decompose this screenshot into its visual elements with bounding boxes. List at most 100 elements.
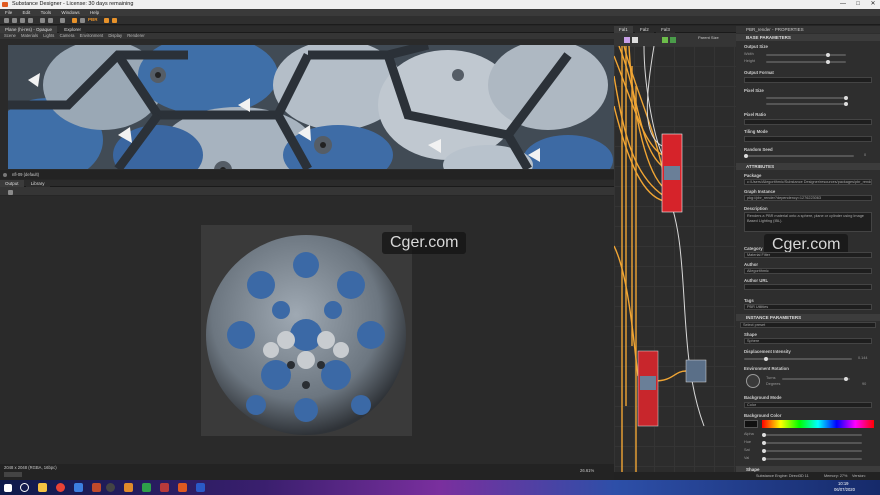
menu-materials[interactable]: Materials <box>21 33 38 38</box>
menu-lights[interactable]: Lights <box>43 33 54 38</box>
settings-icon[interactable] <box>112 18 117 23</box>
app-icon-2[interactable] <box>92 483 101 492</box>
node-color-1-icon[interactable] <box>624 37 630 43</box>
app-icon-1[interactable] <box>74 483 83 492</box>
category-field[interactable]: Material Filter <box>744 252 872 258</box>
camera-icon[interactable] <box>104 18 109 23</box>
tab-3d-view[interactable]: Plane (hi-res) - Opaque <box>0 26 58 33</box>
search-icon[interactable] <box>20 483 29 492</box>
package-field[interactable]: c:/Users/Allegorithmic/Substance Designe… <box>744 179 872 185</box>
channel-icon[interactable] <box>8 190 13 195</box>
output-format-field[interactable] <box>744 77 872 83</box>
menu-scene[interactable]: Scene <box>4 33 16 38</box>
parent-size-dropdown[interactable]: Parent Size <box>698 35 719 41</box>
tab-output[interactable]: Output <box>0 180 24 187</box>
minimize-button[interactable]: — <box>836 0 850 9</box>
node-graph <box>613 45 707 480</box>
tab-graph-3[interactable]: Fal3 <box>656 26 675 33</box>
author-url-field[interactable] <box>744 284 872 290</box>
pixel-ratio-field[interactable] <box>744 119 872 125</box>
2d-info-bar: 2048 x 2048 (RGBA, 16bpc) 26.61% <box>0 464 614 480</box>
shape-dropdown[interactable]: Sphere <box>744 338 872 344</box>
app-icon-7[interactable] <box>196 483 205 492</box>
clock-time[interactable]: 10:19 <box>838 481 848 486</box>
share-icon[interactable] <box>80 18 85 23</box>
close-button[interactable]: ✕ <box>866 0 880 9</box>
color-spectrum[interactable] <box>762 420 874 428</box>
chrome-icon[interactable] <box>56 483 65 492</box>
undo-icon[interactable] <box>40 18 45 23</box>
grid-icon[interactable] <box>60 18 65 23</box>
pbr-tag[interactable]: PBR <box>88 17 98 22</box>
explorer-icon[interactable] <box>38 483 47 492</box>
graph-canvas[interactable] <box>613 45 736 480</box>
app-icon-4[interactable] <box>124 483 133 492</box>
2d-canvas[interactable]: Cger.com <box>0 196 614 464</box>
val-slider[interactable] <box>762 457 862 461</box>
substance-designer-taskbar-icon[interactable] <box>178 483 187 492</box>
tab-library[interactable]: Library <box>25 180 50 187</box>
menu-display[interactable]: Display <box>108 33 122 38</box>
histogram-icon[interactable] <box>4 472 22 477</box>
menu-file[interactable]: File <box>5 10 12 15</box>
tab-graph-1[interactable]: Fal1 <box>614 26 633 33</box>
menu-tools[interactable]: Tools <box>41 10 52 15</box>
hue-slider[interactable] <box>762 441 862 445</box>
graph-instance-field[interactable]: pkg://pbr_render?dependency=1276223063 <box>744 195 872 201</box>
new-icon[interactable] <box>4 18 9 23</box>
preset-dropdown[interactable]: Select preset <box>740 322 876 328</box>
rotation-dial-icon[interactable] <box>746 374 760 388</box>
bg-mode-dropdown[interactable]: Color <box>744 402 872 408</box>
random-seed-slider[interactable] <box>744 154 854 158</box>
node-color-2-icon[interactable] <box>632 37 638 43</box>
start-icon[interactable] <box>4 484 12 492</box>
2d-view-panel: Output Library Cger.com 2048 x 2048 (RGB… <box>0 180 614 480</box>
app-icon-6[interactable] <box>160 483 169 492</box>
menu-bar: File Edit Tools Windows Help <box>0 9 880 16</box>
description-field[interactable]: Renders a PBR material onto a sphere, pl… <box>744 212 872 232</box>
instance-params-header[interactable]: INSTANCE PARAMETERS <box>736 314 880 321</box>
alpha-slider[interactable] <box>762 433 862 437</box>
attributes-header[interactable]: ATTRIBUTES <box>736 163 880 170</box>
3d-view-tabbar: Plane (hi-res) - Opaque Explorer <box>0 26 614 33</box>
output-format-label: Output Format <box>744 70 774 75</box>
menu-edit[interactable]: Edit <box>23 10 31 15</box>
color-swatch[interactable] <box>744 420 758 428</box>
menu-environment[interactable]: Environment <box>80 33 104 38</box>
tab-graph-2[interactable]: Fal2 <box>635 26 654 33</box>
sat-slider[interactable] <box>762 449 862 453</box>
pixel-height-slider[interactable] <box>766 102 848 106</box>
app-icon-5[interactable] <box>142 483 151 492</box>
save-all-icon[interactable] <box>28 18 33 23</box>
3d-viewport[interactable] <box>8 45 614 169</box>
clock-date[interactable]: 06/07/2020 <box>834 487 855 492</box>
save-icon[interactable] <box>20 18 25 23</box>
displacement-slider[interactable] <box>744 357 852 361</box>
app-icon-3[interactable] <box>106 483 115 492</box>
node-color-3-icon[interactable] <box>662 37 668 43</box>
menu-help[interactable]: Help <box>90 10 99 15</box>
turns-slider[interactable] <box>782 377 850 381</box>
node-color-4-icon[interactable] <box>670 37 676 43</box>
properties-panel: PBR_render - PROPERTIES BASE PARAMETERS … <box>736 26 880 480</box>
menu-windows[interactable]: Windows <box>61 10 79 15</box>
tags-field[interactable]: PBR Utilities <box>744 304 872 310</box>
tiling-mode-field[interactable] <box>744 136 872 142</box>
memory-status: Memory: 27% <box>824 474 848 478</box>
zoom-value[interactable]: 26.61% <box>580 468 594 473</box>
redo-icon[interactable] <box>48 18 53 23</box>
tab-explorer[interactable]: Explorer <box>59 26 87 33</box>
bake-icon[interactable] <box>72 18 77 23</box>
tags-label: Tags <box>744 298 754 303</box>
menu-camera[interactable]: Camera <box>60 33 75 38</box>
menu-renderer[interactable]: Renderer <box>127 33 144 38</box>
base-params-header[interactable]: BASE PARAMETERS <box>736 34 880 41</box>
open-icon[interactable] <box>12 18 17 23</box>
hue-label: Hue <box>744 440 751 444</box>
author-field[interactable]: Allegorithmic <box>744 268 872 274</box>
2d-view-toolbar <box>0 187 614 195</box>
width-slider[interactable] <box>766 53 846 57</box>
pixel-width-slider[interactable] <box>766 96 848 100</box>
maximize-button[interactable]: □ <box>851 0 865 9</box>
height-slider[interactable] <box>766 60 846 64</box>
